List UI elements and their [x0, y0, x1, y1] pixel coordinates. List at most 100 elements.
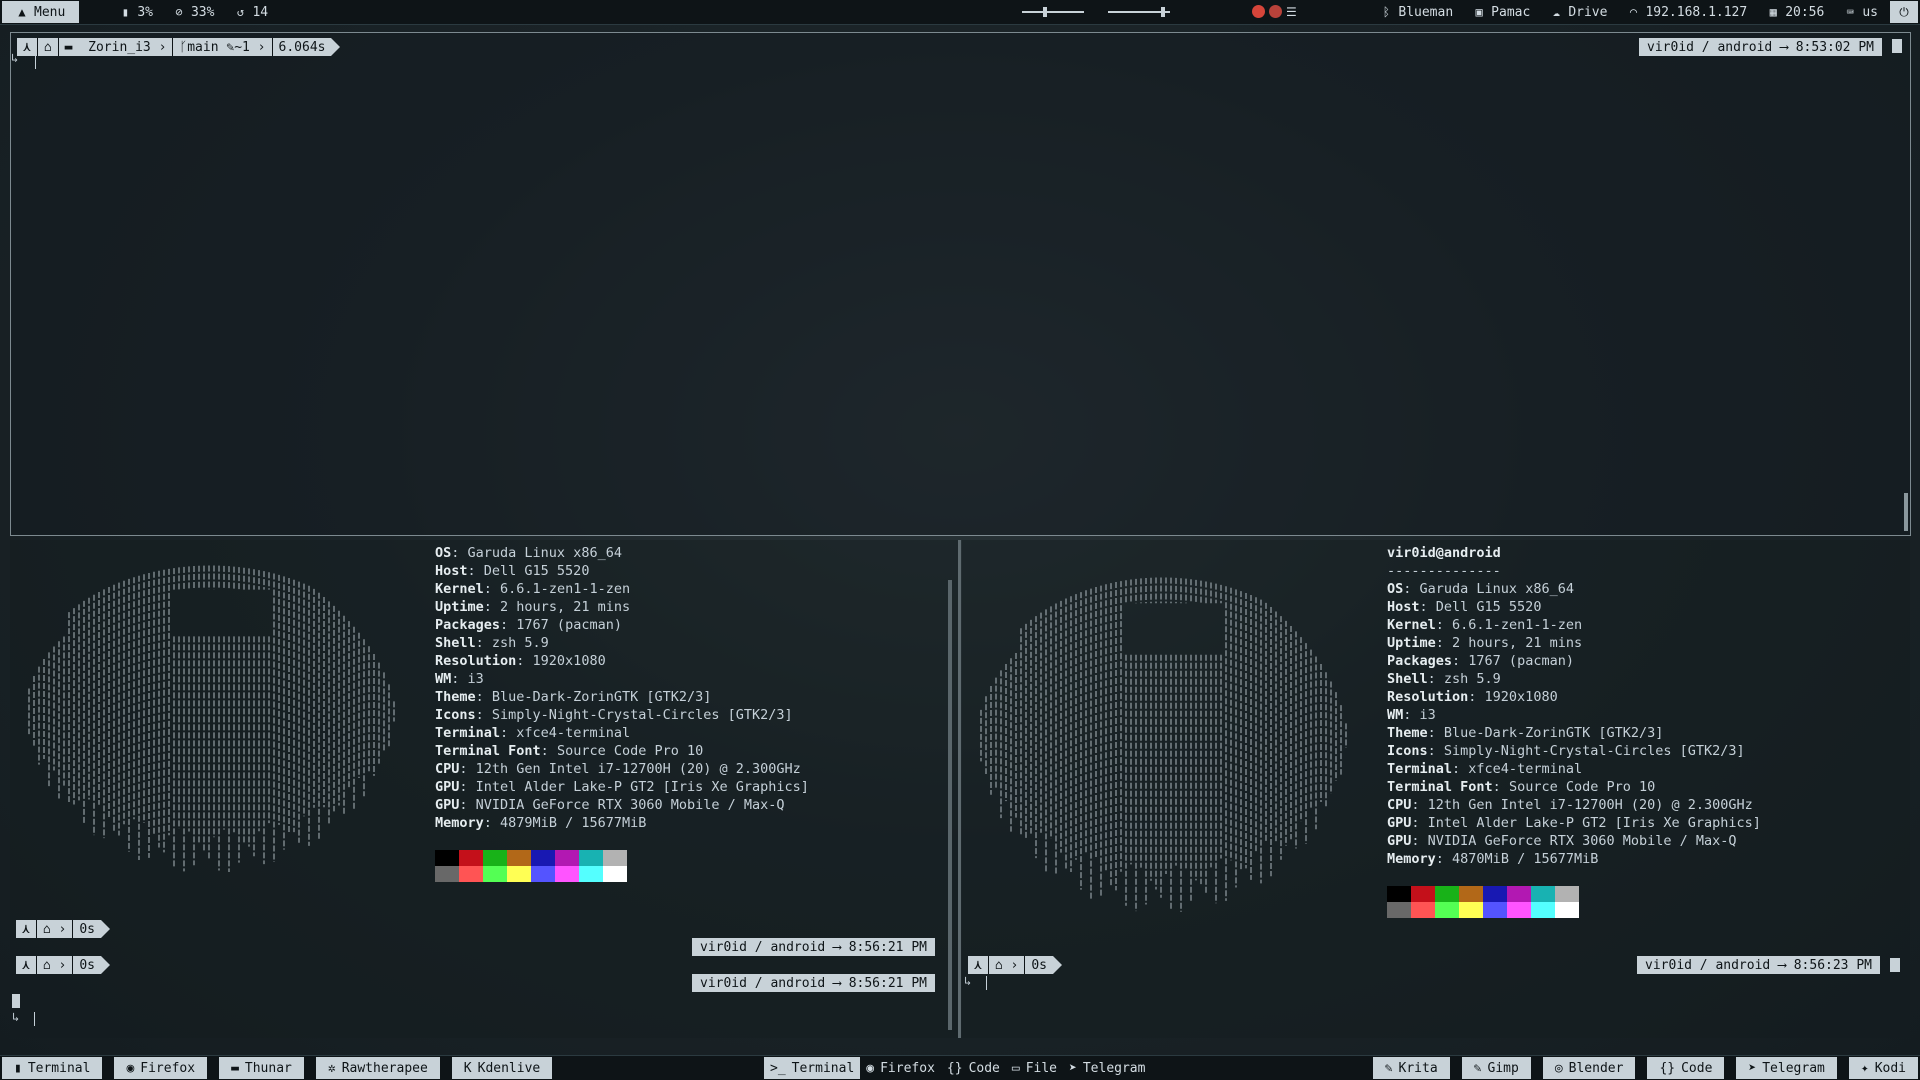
- info-row: Terminal: xfce4-terminal: [1387, 761, 1583, 777]
- info-value: xfce4-terminal: [1468, 761, 1583, 777]
- garuda-eagle-ascii-logo: [28, 565, 395, 872]
- volume-slider[interactable]: [1022, 7, 1085, 17]
- info-row: Terminal: xfce4-terminal: [435, 725, 631, 741]
- os-segment: ⋏: [17, 38, 38, 56]
- system-info-list: OS: Garuda Linux x86_64 Host: Dell G15 55…: [435, 544, 809, 832]
- firefox-icon: ◉: [126, 1060, 135, 1076]
- cpu-usage[interactable]: ⊘ 33%: [163, 0, 224, 24]
- palette-swatch: [507, 866, 531, 882]
- info-key: WM: [1387, 707, 1404, 723]
- taskbar-krita-button[interactable]: ✎ Krita: [1372, 1057, 1450, 1079]
- taskbar-terminal-button[interactable]: ▮ Terminal: [2, 1057, 103, 1079]
- network-indicator[interactable]: ◠ 192.168.1.127: [1617, 0, 1757, 24]
- info-key: Theme: [435, 689, 476, 705]
- palette-swatch: [1531, 886, 1555, 902]
- app-tray-icon[interactable]: [1269, 5, 1282, 18]
- info-value: 4870MiB / 15677MiB: [1452, 851, 1599, 867]
- taskbar-label: Telegram: [1762, 1060, 1825, 1076]
- info-row: Memory: 4870MiB / 15677MiB: [1387, 851, 1599, 867]
- list-tray-icon[interactable]: ☰: [1286, 5, 1297, 19]
- info-row: WM: i3: [435, 671, 484, 687]
- taskbar-label: Blender: [1568, 1060, 1624, 1076]
- power-button[interactable]: ⏻: [1890, 1, 1918, 23]
- terminal-pane-right[interactable]: vir0id@android -------------- OS: Garuda…: [962, 540, 1910, 1038]
- info-row: WM: i3: [1387, 707, 1436, 723]
- terminal-pane-left[interactable]: OS: Garuda Linux x86_64 Host: Dell G15 55…: [10, 540, 958, 1038]
- palette-swatch: [1411, 886, 1435, 902]
- home-segment: ⌂ ›: [988, 956, 1026, 974]
- keyboard-layout[interactable]: ⌨ us: [1834, 0, 1888, 24]
- updates-indicator[interactable]: ↺ 14: [224, 0, 278, 24]
- info-key: Packages: [1387, 653, 1453, 669]
- info-key: OS: [1387, 581, 1404, 597]
- os-segment: ⋏: [968, 956, 989, 974]
- home-icon: ⌂: [42, 921, 51, 937]
- info-row: CPU: 12th Gen Intel i7-12700H (20) @ 2.3…: [435, 761, 801, 777]
- pamac-tray[interactable]: ▣ Pamac: [1463, 0, 1540, 24]
- palette-swatch: [603, 866, 627, 882]
- taskbar-code-button[interactable]: {} Code: [941, 1057, 1006, 1079]
- info-value: i3: [467, 671, 484, 687]
- taskbar-rawtherapee-button[interactable]: ✲ Rawtherapee: [315, 1057, 440, 1079]
- continuation-arrow: ↳: [11, 51, 19, 65]
- taskbar-kdenlive-button[interactable]: K Kdenlive: [451, 1057, 553, 1079]
- taskbar-terminal-button[interactable]: >_ Terminal: [764, 1057, 861, 1079]
- taskbar-kodi-button[interactable]: ✦ Kodi: [1848, 1057, 1918, 1079]
- palette-swatch: [1411, 902, 1435, 918]
- edit-icon: ✎: [226, 39, 235, 55]
- shell-prompt: ⋏ ⌂ › 0s: [16, 920, 110, 938]
- taskbar-label: Kodi: [1874, 1060, 1906, 1076]
- taskbar-firefox-button[interactable]: ◉ Firefox: [114, 1057, 208, 1079]
- brightness-slider[interactable]: [1108, 7, 1171, 17]
- keyboard-icon: ⌨: [1846, 5, 1854, 19]
- info-key: CPU: [1387, 797, 1412, 813]
- continuation-arrow: ↳: [964, 974, 972, 988]
- taskbar-label: Code: [968, 1060, 1000, 1076]
- disk-usage[interactable]: ▮ 3%: [109, 0, 163, 24]
- taskbar-gimp-button[interactable]: ✎ Gimp: [1461, 1057, 1531, 1079]
- text-cursor: [34, 1012, 35, 1026]
- terminal-pane-top[interactable]: ⋏ ⌂ ▬ Zorin_i3 › ᚴ main ✎ ~1 › 6.064s ↳ vi…: [10, 32, 1911, 536]
- drive-tray[interactable]: ☁ Drive: [1540, 0, 1617, 24]
- palette-swatch: [459, 866, 483, 882]
- scrollbar[interactable]: [948, 580, 952, 1030]
- info-key: Icons: [1387, 743, 1428, 759]
- info-value: Simply-Night-Crystal-Circles [GTK2/3]: [1443, 743, 1745, 759]
- gimp-icon: ✎: [1473, 1060, 1482, 1076]
- taskbar-label: Telegram: [1082, 1060, 1146, 1076]
- info-row: Uptime: 2 hours, 21 mins: [1387, 635, 1583, 651]
- chrome-tray-icon[interactable]: [1252, 5, 1265, 18]
- taskbar-thunar-button[interactable]: ▬ Thunar: [219, 1057, 304, 1079]
- clock[interactable]: ▦ 20:56: [1757, 0, 1834, 24]
- info-row: Host: Dell G15 5520: [435, 563, 590, 579]
- taskbar-file-button[interactable]: ▭ File: [1006, 1057, 1063, 1079]
- blueman-tray[interactable]: ᛒ Blueman: [1370, 0, 1463, 24]
- taskbar-label: Firefox: [140, 1060, 196, 1076]
- calendar-icon: ▦: [1769, 5, 1777, 19]
- terminal-icon: ▮: [14, 1060, 22, 1076]
- palette-swatch: [483, 866, 507, 882]
- palette-swatch: [1555, 902, 1579, 918]
- info-row: Memory: 4879MiB / 15677MiB: [435, 815, 647, 831]
- info-key: Resolution: [1387, 689, 1469, 705]
- brightness-slider-knob[interactable]: [1160, 7, 1165, 17]
- taskbar-firefox-button[interactable]: ◉ Firefox: [860, 1057, 941, 1079]
- taskbar-telegram-button[interactable]: ➤ Telegram: [1736, 1057, 1837, 1079]
- volume-slider-knob[interactable]: [1042, 7, 1047, 17]
- info-value: 12th Gen Intel i7-12700H (20) @ 2.300GHz: [475, 761, 801, 777]
- taskbar-telegram-button[interactable]: ➤ Telegram: [1063, 1057, 1151, 1079]
- wifi-icon: ◠: [1629, 5, 1638, 19]
- palette-swatch: [555, 866, 579, 882]
- home-icon: ⌂: [43, 39, 52, 55]
- taskbar-blender-button[interactable]: ◎ Blender: [1542, 1057, 1636, 1079]
- split-divider[interactable]: [958, 540, 961, 1038]
- taskbar-code-button[interactable]: {} Code: [1647, 1057, 1725, 1079]
- cloud-icon: ☁: [1552, 5, 1560, 19]
- home-segment: ⌂ ›: [36, 920, 74, 938]
- scrollbar[interactable]: [1904, 493, 1908, 531]
- menu-button[interactable]: ▲ Menu: [2, 1, 80, 23]
- code-icon: {}: [1659, 1060, 1676, 1076]
- lock-icon: [1892, 39, 1902, 53]
- info-value: Dell G15 5520: [483, 563, 590, 579]
- palette-swatch: [1507, 902, 1531, 918]
